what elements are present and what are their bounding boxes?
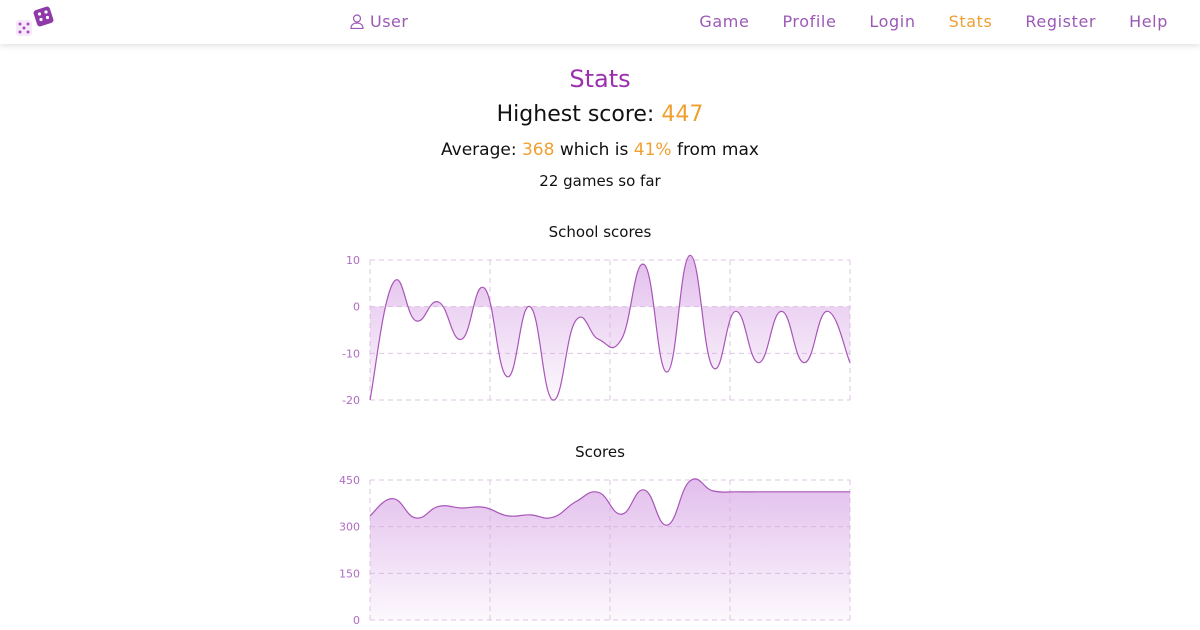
page-title: Stats bbox=[569, 65, 631, 93]
nav-link-profile[interactable]: Profile bbox=[782, 12, 836, 31]
y-tick-label: 0 bbox=[353, 614, 360, 627]
y-tick-label: 10 bbox=[346, 254, 360, 267]
y-tick-label: -10 bbox=[342, 347, 360, 360]
y-tick-label: 450 bbox=[339, 474, 360, 487]
average-label: Average: bbox=[441, 140, 517, 160]
scores-title: Scores bbox=[575, 443, 625, 461]
stats-content: Stats Highest score: 447 Average: 368 wh… bbox=[0, 44, 1200, 630]
dice-logo-icon[interactable] bbox=[14, 4, 58, 40]
nav-link-stats[interactable]: Stats bbox=[949, 12, 993, 31]
nav-link-game[interactable]: Game bbox=[699, 12, 749, 31]
games-count: 22 games so far bbox=[539, 172, 661, 190]
y-tick-label: 0 bbox=[353, 301, 360, 314]
user-icon bbox=[350, 14, 364, 29]
nav-link-help[interactable]: Help bbox=[1129, 12, 1168, 31]
highest-score-value: 447 bbox=[661, 102, 704, 127]
average-value: 368 bbox=[521, 140, 555, 160]
nav-link-register[interactable]: Register bbox=[1025, 12, 1096, 31]
average-mid-text: which is bbox=[559, 140, 629, 160]
navbar: User Game Profile Login Stats Register H… bbox=[0, 0, 1200, 44]
user-link-label: User bbox=[370, 12, 409, 31]
y-tick-label: 150 bbox=[339, 567, 360, 580]
average-percent: 41% bbox=[633, 140, 672, 160]
y-tick-label: -20 bbox=[342, 394, 360, 407]
average-suffix: from max bbox=[676, 140, 759, 160]
user-link[interactable]: User bbox=[350, 12, 408, 31]
nav-links: Game Profile Login Stats Register Help bbox=[699, 12, 1168, 31]
highest-score-label: Highest score: bbox=[496, 102, 655, 127]
highest-score: Highest score: 447 bbox=[0, 102, 1200, 127]
average-score: Average: 368 which is 41% from max bbox=[0, 140, 1200, 160]
nav-link-login[interactable]: Login bbox=[869, 12, 915, 31]
school-scores-title: School scores bbox=[548, 223, 652, 241]
scores-chart: 450 300 150 0 bbox=[339, 474, 851, 627]
y-tick-label: 300 bbox=[339, 521, 360, 534]
school-scores-chart: 10 0 -10 -20 bbox=[342, 254, 851, 407]
